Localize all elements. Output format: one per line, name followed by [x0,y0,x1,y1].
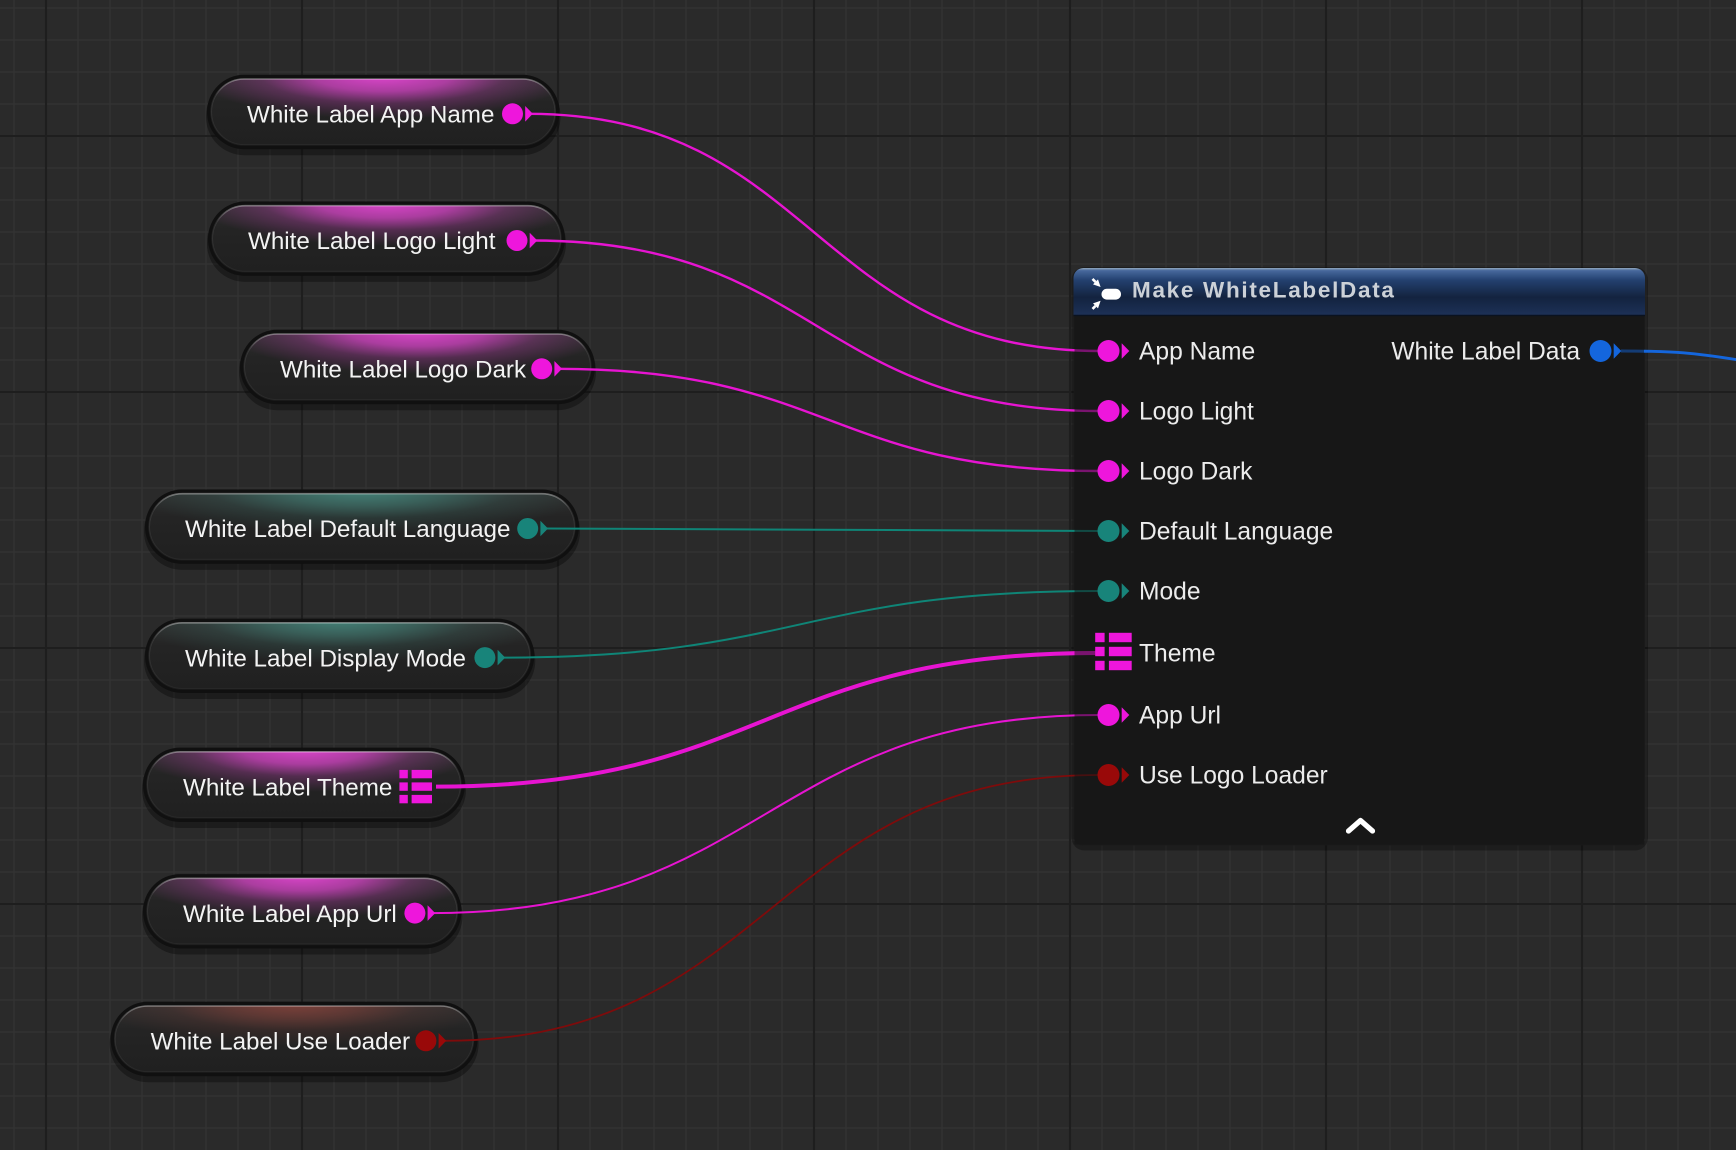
svg-text:White Label Logo Light: White Label Logo Light [248,228,496,255]
svg-text:Logo Light: Logo Light [1139,399,1254,426]
svg-text:Theme: Theme [1139,641,1216,668]
svg-text:White Label Display Mode: White Label Display Mode [185,645,466,672]
svg-text:Default Language: Default Language [1139,519,1333,546]
svg-text:White Label Default Language: White Label Default Language [185,516,510,543]
svg-text:Logo Dark: Logo Dark [1139,459,1253,486]
svg-text:White Label Data: White Label Data [1391,339,1580,366]
svg-text:White Label App Url: White Label App Url [183,901,397,928]
svg-text:White Label App Name: White Label App Name [247,102,494,129]
svg-text:App Url: App Url [1139,703,1221,730]
svg-text:Use Logo Loader: Use Logo Loader [1139,763,1328,790]
svg-text:Make WhiteLabelData: Make WhiteLabelData [1132,278,1396,303]
svg-text:White Label Theme: White Label Theme [183,774,392,801]
svg-text:Mode: Mode [1139,579,1201,606]
svg-text:White Label Logo Dark: White Label Logo Dark [280,357,527,384]
svg-text:App Name: App Name [1139,339,1255,366]
svg-text:White Label Use Loader: White Label Use Loader [151,1029,411,1056]
